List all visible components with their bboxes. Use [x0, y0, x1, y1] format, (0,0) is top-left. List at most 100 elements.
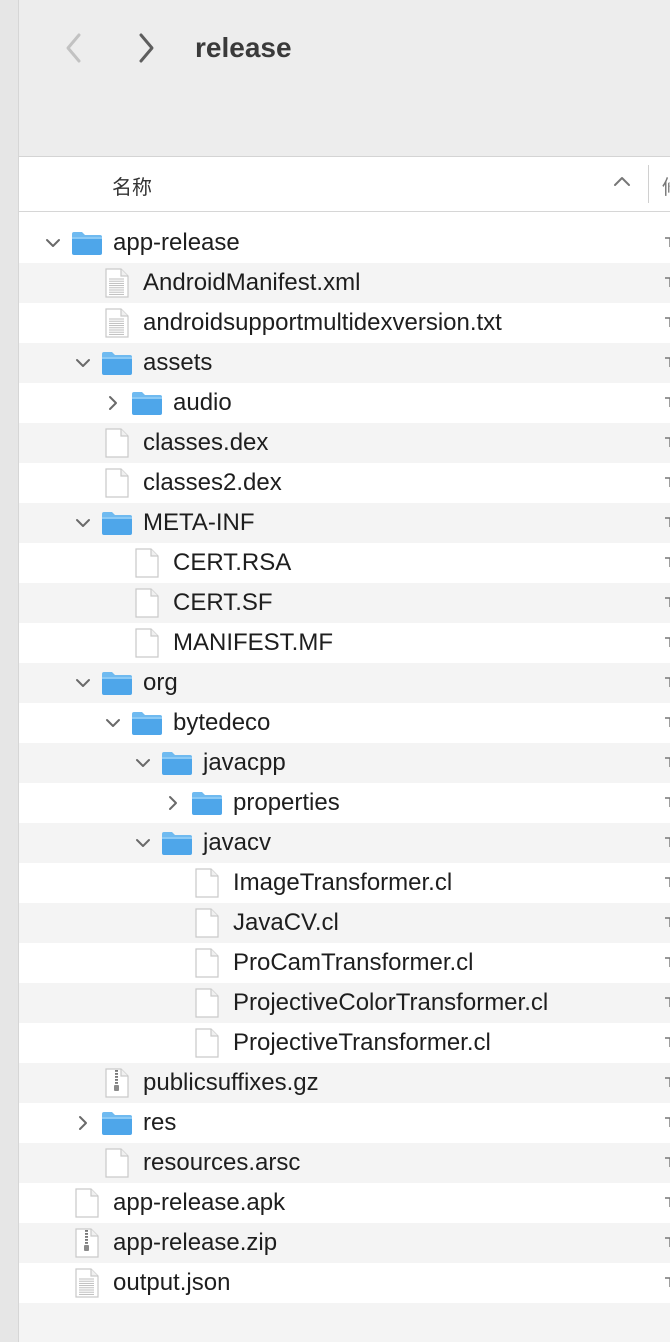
item-name: ProCamTransformer.cl — [233, 949, 474, 976]
disclosure-closed-icon[interactable] — [163, 793, 183, 813]
modified-date-cell — [664, 395, 670, 409]
file-row[interactable]: output.json — [19, 1263, 670, 1303]
modified-date-cell — [664, 315, 670, 329]
folder-row[interactable]: META-INF — [19, 503, 670, 543]
disclosure-open-icon[interactable] — [73, 353, 93, 373]
document-icon — [194, 948, 220, 983]
chevron-right-icon — [139, 33, 154, 63]
document-icon — [104, 1148, 130, 1183]
back-button[interactable] — [54, 28, 94, 68]
modified-date-cell — [664, 955, 670, 969]
file-row[interactable]: JavaCV.cl — [19, 903, 670, 943]
document-icon — [194, 988, 220, 1023]
disclosure-open-icon[interactable] — [73, 673, 93, 693]
modified-date-cell — [664, 1195, 670, 1209]
document-icon — [194, 1028, 220, 1063]
file-row[interactable]: androidsupportmultidexversion.txt — [19, 303, 670, 343]
item-name: properties — [233, 789, 340, 816]
folder-icon — [71, 229, 103, 262]
item-name: ImageTransformer.cl — [233, 869, 453, 896]
modified-date-cell — [664, 475, 670, 489]
chevron-up-icon[interactable] — [613, 175, 631, 187]
document-icon — [134, 628, 160, 663]
item-name: javacpp — [203, 749, 286, 776]
folder-icon — [131, 389, 163, 422]
file-row[interactable]: resources.arsc — [19, 1143, 670, 1183]
disclosure-closed-icon[interactable] — [103, 393, 123, 413]
text-document-icon — [74, 1268, 100, 1303]
document-icon — [194, 908, 220, 943]
column-divider[interactable] — [648, 165, 649, 203]
archive-file-icon — [104, 1068, 130, 1103]
file-row[interactable]: ProjectiveTransformer.cl — [19, 1023, 670, 1063]
modified-date-cell — [664, 795, 670, 809]
disclosure-open-icon[interactable] — [133, 833, 153, 853]
folder-row[interactable]: audio — [19, 383, 670, 423]
folder-row[interactable]: app-release — [19, 223, 670, 263]
name-column-header[interactable]: 名称 — [112, 171, 152, 200]
modified-date-cell — [664, 1235, 670, 1249]
modified-date-cell — [664, 835, 670, 849]
modified-date-cell — [664, 1155, 670, 1169]
document-icon — [194, 868, 220, 903]
modified-date-cell — [664, 355, 670, 369]
file-row[interactable]: classes2.dex — [19, 463, 670, 503]
item-name: app-release — [113, 229, 240, 256]
item-name: CERT.RSA — [173, 549, 292, 576]
document-icon — [74, 1188, 100, 1223]
forward-button[interactable] — [126, 28, 166, 68]
item-name: CERT.SF — [173, 589, 273, 616]
folder-icon — [101, 669, 133, 702]
folder-row[interactable]: bytedeco — [19, 703, 670, 743]
file-list: app-release AndroidManifest.xml androidsup… — [19, 223, 670, 1303]
file-row[interactable]: app-release.apk — [19, 1183, 670, 1223]
item-name: ProjectiveColorTransformer.cl — [233, 989, 549, 1016]
folder-row[interactable]: assets — [19, 343, 670, 383]
modified-date-cell — [664, 1275, 670, 1289]
document-icon — [104, 428, 130, 463]
modified-column-header[interactable]: 修 — [662, 171, 670, 200]
file-row[interactable]: ProCamTransformer.cl — [19, 943, 670, 983]
item-name: androidsupportmultidexversion.txt — [143, 309, 502, 336]
item-name: JavaCV.cl — [233, 909, 339, 936]
sidebar-edge — [0, 0, 19, 1342]
item-name: META-INF — [143, 509, 255, 536]
disclosure-closed-icon[interactable] — [73, 1113, 93, 1133]
file-row[interactable]: CERT.RSA — [19, 543, 670, 583]
disclosure-open-icon[interactable] — [73, 513, 93, 533]
modified-date-cell — [664, 1115, 670, 1129]
item-name: ProjectiveTransformer.cl — [233, 1029, 491, 1056]
disclosure-open-icon[interactable] — [103, 713, 123, 733]
text-document-icon — [104, 268, 130, 303]
item-name: AndroidManifest.xml — [143, 269, 361, 296]
item-name: classes2.dex — [143, 469, 282, 496]
list-empty-row — [19, 1303, 670, 1342]
file-row[interactable]: AndroidManifest.xml — [19, 263, 670, 303]
folder-row[interactable]: properties — [19, 783, 670, 823]
file-row[interactable]: classes.dex — [19, 423, 670, 463]
modified-date-cell — [664, 595, 670, 609]
folder-row[interactable]: org — [19, 663, 670, 703]
item-name: app-release.zip — [113, 1229, 278, 1256]
file-row[interactable]: ProjectiveColorTransformer.cl — [19, 983, 670, 1023]
folder-row[interactable]: javacv — [19, 823, 670, 863]
archive-file-icon — [74, 1228, 100, 1263]
item-name: javacv — [203, 829, 272, 856]
disclosure-open-icon[interactable] — [43, 233, 63, 253]
disclosure-open-icon[interactable] — [133, 753, 153, 773]
item-name: bytedeco — [173, 709, 271, 736]
item-name: org — [143, 669, 178, 696]
folder-row[interactable]: res — [19, 1103, 670, 1143]
modified-date-cell — [664, 235, 670, 249]
file-row[interactable]: app-release.zip — [19, 1223, 670, 1263]
file-row[interactable]: CERT.SF — [19, 583, 670, 623]
file-row[interactable]: publicsuffixes.gz — [19, 1063, 670, 1103]
toolbar: release — [19, 0, 670, 157]
file-row[interactable]: ImageTransformer.cl — [19, 863, 670, 903]
modified-date-cell — [664, 995, 670, 1009]
modified-date-cell — [664, 755, 670, 769]
file-row[interactable]: MANIFEST.MF — [19, 623, 670, 663]
folder-icon — [161, 749, 193, 782]
folder-row[interactable]: javacpp — [19, 743, 670, 783]
text-document-icon — [104, 308, 130, 343]
